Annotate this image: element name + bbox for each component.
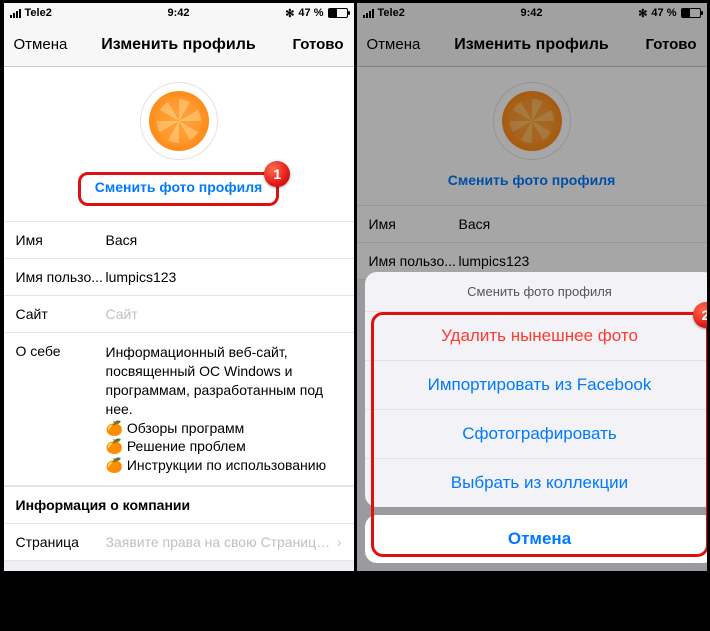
- delete-photo-button[interactable]: Удалить нынешнее фото: [365, 312, 707, 361]
- field-about[interactable]: О себе Информационный веб-сайт, посвящен…: [4, 333, 354, 486]
- site-placeholder[interactable]: Сайт: [106, 306, 342, 322]
- name-value[interactable]: Вася: [106, 232, 342, 248]
- annotation-highlight-1: Сменить фото профиля 1: [78, 172, 280, 206]
- profile-header: Сменить фото профиля 1: [4, 67, 354, 222]
- choose-collection-button[interactable]: Выбрать из коллекции: [365, 459, 707, 507]
- take-photo-button[interactable]: Сфотографировать: [365, 410, 707, 459]
- action-sheet: Сменить фото профиля Удалить нынешнее фо…: [365, 272, 707, 563]
- field-page[interactable]: Страница Заявите права на свою Страницу.…: [4, 524, 354, 561]
- nav-bar: Отмена Изменить профиль Готово: [4, 23, 354, 67]
- orange-emoji-icon: 🍊: [106, 438, 123, 454]
- field-name[interactable]: Имя Вася: [357, 206, 707, 243]
- page-placeholder: Заявите права на свою Страницу...: [106, 534, 333, 550]
- company-info-header: Информация о компании: [4, 486, 354, 524]
- avatar[interactable]: [140, 82, 218, 160]
- cancel-button[interactable]: Отмена: [14, 36, 68, 53]
- change-photo-button[interactable]: Сменить фото профиля: [95, 179, 263, 195]
- phone-right: Tele2 9:42 ✻ 47 % Отмена Изменить профил…: [357, 3, 707, 571]
- username-label: Имя пользо...: [369, 253, 459, 269]
- name-value[interactable]: Вася: [459, 216, 695, 232]
- orange-icon: [149, 91, 209, 151]
- field-site[interactable]: Сайт Сайт: [4, 296, 354, 333]
- username-value[interactable]: lumpics123: [459, 253, 695, 269]
- action-sheet-group: Сменить фото профиля Удалить нынешнее фо…: [365, 272, 707, 507]
- name-label: Имя: [369, 216, 459, 232]
- done-button[interactable]: Готово: [292, 36, 343, 53]
- name-label: Имя: [16, 232, 106, 248]
- annotation-badge-1: 1: [264, 161, 290, 187]
- orange-emoji-icon: 🍊: [106, 457, 123, 473]
- site-label: Сайт: [16, 306, 106, 322]
- action-sheet-cancel-button[interactable]: Отмена: [365, 515, 707, 563]
- field-name[interactable]: Имя Вася: [4, 222, 354, 259]
- profile-header: Сменить фото профиля: [357, 67, 707, 206]
- status-time: 9:42: [357, 7, 707, 19]
- chevron-right-icon: ›: [337, 534, 342, 550]
- field-username[interactable]: Имя пользо... lumpics123: [4, 259, 354, 296]
- done-button[interactable]: Готово: [645, 36, 696, 53]
- status-bar: Tele2 9:42 ✻ 47 %: [357, 3, 707, 23]
- about-label: О себе: [16, 343, 106, 359]
- battery-icon: [328, 8, 348, 18]
- status-time: 9:42: [4, 7, 354, 19]
- avatar[interactable]: [493, 82, 571, 160]
- nav-bar: Отмена Изменить профиль Готово: [357, 23, 707, 67]
- phone-left: Tele2 9:42 ✻ 47 % Отмена Изменить профил…: [4, 3, 354, 571]
- action-sheet-title: Сменить фото профиля: [365, 272, 707, 312]
- username-value[interactable]: lumpics123: [106, 269, 342, 285]
- battery-icon: [681, 8, 701, 18]
- orange-icon: [502, 91, 562, 151]
- import-facebook-button[interactable]: Импортировать из Facebook: [365, 361, 707, 410]
- cancel-button[interactable]: Отмена: [367, 36, 421, 53]
- about-value[interactable]: Информационный веб-сайт, посвященный ОС …: [106, 343, 342, 475]
- page-label: Страница: [16, 534, 106, 550]
- change-photo-button[interactable]: Сменить фото профиля: [448, 172, 616, 188]
- orange-emoji-icon: 🍊: [106, 420, 123, 436]
- status-bar: Tele2 9:42 ✻ 47 %: [4, 3, 354, 23]
- username-label: Имя пользо...: [16, 269, 106, 285]
